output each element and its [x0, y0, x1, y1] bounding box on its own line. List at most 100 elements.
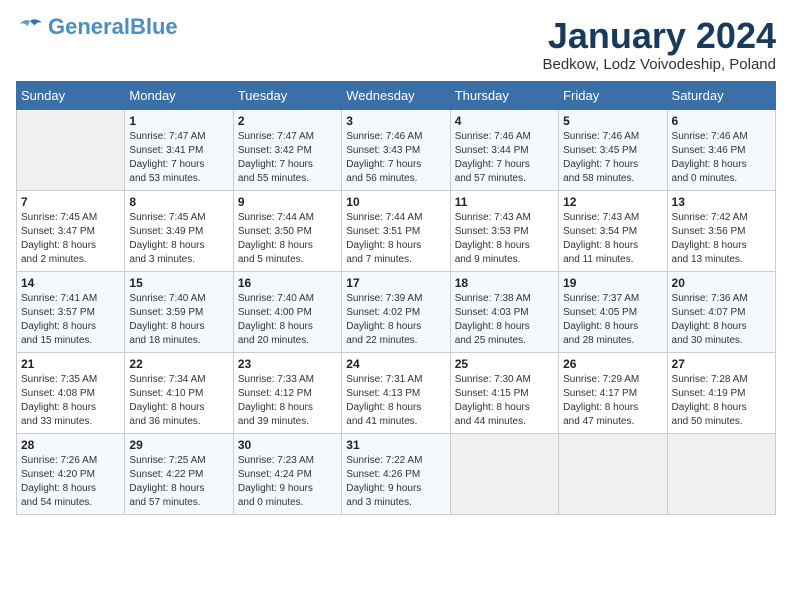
weekday-header-wednesday: Wednesday — [342, 81, 450, 109]
day-number: 19 — [563, 276, 662, 290]
day-number: 1 — [129, 114, 228, 128]
day-info: Sunrise: 7:43 AM Sunset: 3:54 PM Dayligh… — [563, 211, 662, 267]
day-number: 15 — [129, 276, 228, 290]
logo: GeneralBlue — [16, 16, 178, 38]
calendar-cell: 7 Sunrise: 7:45 AM Sunset: 3:47 PM Daylig… — [17, 190, 125, 271]
calendar-cell: 31 Sunrise: 7:22 AM Sunset: 4:26 PM Dayli… — [342, 433, 450, 514]
calendar-cell — [667, 433, 775, 514]
day-number: 17 — [346, 276, 445, 290]
calendar-cell: 14 Sunrise: 7:41 AM Sunset: 3:57 PM Dayli… — [17, 271, 125, 352]
title-block: January 2024 Bedkow, Lodz Voivodeship, P… — [542, 16, 776, 73]
weekday-header-thursday: Thursday — [450, 81, 558, 109]
calendar-subtitle: Bedkow, Lodz Voivodeship, Poland — [542, 56, 776, 73]
calendar-cell: 21 Sunrise: 7:35 AM Sunset: 4:08 PM Dayli… — [17, 352, 125, 433]
calendar-body: 1 Sunrise: 7:47 AM Sunset: 3:41 PM Daylig… — [17, 109, 776, 514]
calendar-cell: 10 Sunrise: 7:44 AM Sunset: 3:51 PM Dayli… — [342, 190, 450, 271]
calendar-cell: 12 Sunrise: 7:43 AM Sunset: 3:54 PM Dayli… — [559, 190, 667, 271]
weekday-header-friday: Friday — [559, 81, 667, 109]
calendar-cell: 8 Sunrise: 7:45 AM Sunset: 3:49 PM Daylig… — [125, 190, 233, 271]
weekday-header-tuesday: Tuesday — [233, 81, 341, 109]
calendar-cell: 27 Sunrise: 7:28 AM Sunset: 4:19 PM Dayli… — [667, 352, 775, 433]
calendar-cell: 16Sunrise: 7:40 AM Sunset: 4:00 PM Dayli… — [233, 271, 341, 352]
calendar-week-1: 1 Sunrise: 7:47 AM Sunset: 3:41 PM Daylig… — [17, 109, 776, 190]
day-number: 13 — [672, 195, 771, 209]
day-number: 18 — [455, 276, 554, 290]
day-info: Sunrise: 7:43 AM Sunset: 3:53 PM Dayligh… — [455, 211, 554, 267]
calendar-cell: 29 Sunrise: 7:25 AM Sunset: 4:22 PM Dayli… — [125, 433, 233, 514]
day-info: Sunrise: 7:34 AM Sunset: 4:10 PM Dayligh… — [129, 373, 228, 429]
day-number: 25 — [455, 357, 554, 371]
day-info: Sunrise: 7:35 AM Sunset: 4:08 PM Dayligh… — [21, 373, 120, 429]
calendar-week-3: 14 Sunrise: 7:41 AM Sunset: 3:57 PM Dayli… — [17, 271, 776, 352]
day-info: Sunrise: 7:46 AM Sunset: 3:44 PM Dayligh… — [455, 130, 554, 186]
day-info: Sunrise: 7:45 AM Sunset: 3:47 PM Dayligh… — [21, 211, 120, 267]
day-info: Sunrise: 7:23 AM Sunset: 4:24 PM Dayligh… — [238, 454, 337, 510]
calendar-cell — [17, 109, 125, 190]
day-info: Sunrise: 7:47 AM Sunset: 3:41 PM Dayligh… — [129, 130, 228, 186]
calendar-title: January 2024 — [542, 16, 776, 56]
day-info: Sunrise: 7:39 AM Sunset: 4:02 PM Dayligh… — [346, 292, 445, 348]
calendar-cell: 17 Sunrise: 7:39 AM Sunset: 4:02 PM Dayli… — [342, 271, 450, 352]
calendar-week-4: 21 Sunrise: 7:35 AM Sunset: 4:08 PM Dayli… — [17, 352, 776, 433]
calendar-cell: 22Sunrise: 7:34 AM Sunset: 4:10 PM Dayli… — [125, 352, 233, 433]
day-number: 27 — [672, 357, 771, 371]
day-info: Sunrise: 7:42 AM Sunset: 3:56 PM Dayligh… — [672, 211, 771, 267]
day-info: Sunrise: 7:40 AM Sunset: 4:00 PM Dayligh… — [238, 292, 337, 348]
calendar-cell — [559, 433, 667, 514]
calendar-header: SundayMondayTuesdayWednesdayThursdayFrid… — [17, 81, 776, 109]
calendar-cell: 18Sunrise: 7:38 AM Sunset: 4:03 PM Dayli… — [450, 271, 558, 352]
calendar-cell: 4 Sunrise: 7:46 AM Sunset: 3:44 PM Daylig… — [450, 109, 558, 190]
day-info: Sunrise: 7:36 AM Sunset: 4:07 PM Dayligh… — [672, 292, 771, 348]
day-number: 24 — [346, 357, 445, 371]
day-info: Sunrise: 7:44 AM Sunset: 3:51 PM Dayligh… — [346, 211, 445, 267]
calendar-cell: 20Sunrise: 7:36 AM Sunset: 4:07 PM Dayli… — [667, 271, 775, 352]
day-number: 5 — [563, 114, 662, 128]
calendar-cell: 19 Sunrise: 7:37 AM Sunset: 4:05 PM Dayli… — [559, 271, 667, 352]
day-number: 6 — [672, 114, 771, 128]
calendar-cell: 13 Sunrise: 7:42 AM Sunset: 3:56 PM Dayli… — [667, 190, 775, 271]
day-info: Sunrise: 7:25 AM Sunset: 4:22 PM Dayligh… — [129, 454, 228, 510]
calendar-cell: 25 Sunrise: 7:30 AM Sunset: 4:15 PM Dayli… — [450, 352, 558, 433]
weekday-header-saturday: Saturday — [667, 81, 775, 109]
calendar-cell: 23 Sunrise: 7:33 AM Sunset: 4:12 PM Dayli… — [233, 352, 341, 433]
day-number: 26 — [563, 357, 662, 371]
day-number: 4 — [455, 114, 554, 128]
day-info: Sunrise: 7:46 AM Sunset: 3:45 PM Dayligh… — [563, 130, 662, 186]
day-number: 10 — [346, 195, 445, 209]
day-info: Sunrise: 7:30 AM Sunset: 4:15 PM Dayligh… — [455, 373, 554, 429]
day-number: 14 — [21, 276, 120, 290]
day-info: Sunrise: 7:22 AM Sunset: 4:26 PM Dayligh… — [346, 454, 445, 510]
calendar-cell: 24Sunrise: 7:31 AM Sunset: 4:13 PM Dayli… — [342, 352, 450, 433]
day-number: 31 — [346, 438, 445, 452]
day-number: 3 — [346, 114, 445, 128]
weekday-header-row: SundayMondayTuesdayWednesdayThursdayFrid… — [17, 81, 776, 109]
day-info: Sunrise: 7:33 AM Sunset: 4:12 PM Dayligh… — [238, 373, 337, 429]
calendar-cell: 9Sunrise: 7:44 AM Sunset: 3:50 PM Daylig… — [233, 190, 341, 271]
day-info: Sunrise: 7:46 AM Sunset: 3:46 PM Dayligh… — [672, 130, 771, 186]
day-number: 28 — [21, 438, 120, 452]
day-info: Sunrise: 7:29 AM Sunset: 4:17 PM Dayligh… — [563, 373, 662, 429]
calendar-cell: 11 Sunrise: 7:43 AM Sunset: 3:53 PM Dayli… — [450, 190, 558, 271]
day-number: 7 — [21, 195, 120, 209]
day-info: Sunrise: 7:28 AM Sunset: 4:19 PM Dayligh… — [672, 373, 771, 429]
day-info: Sunrise: 7:45 AM Sunset: 3:49 PM Dayligh… — [129, 211, 228, 267]
day-number: 8 — [129, 195, 228, 209]
day-info: Sunrise: 7:37 AM Sunset: 4:05 PM Dayligh… — [563, 292, 662, 348]
calendar-cell: 5 Sunrise: 7:46 AM Sunset: 3:45 PM Daylig… — [559, 109, 667, 190]
day-number: 12 — [563, 195, 662, 209]
calendar-cell: 26 Sunrise: 7:29 AM Sunset: 4:17 PM Dayli… — [559, 352, 667, 433]
calendar-table: SundayMondayTuesdayWednesdayThursdayFrid… — [16, 81, 776, 515]
calendar-cell: 15 Sunrise: 7:40 AM Sunset: 3:59 PM Dayli… — [125, 271, 233, 352]
weekday-header-sunday: Sunday — [17, 81, 125, 109]
day-number: 21 — [21, 357, 120, 371]
day-info: Sunrise: 7:41 AM Sunset: 3:57 PM Dayligh… — [21, 292, 120, 348]
calendar-cell — [450, 433, 558, 514]
day-number: 29 — [129, 438, 228, 452]
calendar-cell: 6 Sunrise: 7:46 AM Sunset: 3:46 PM Daylig… — [667, 109, 775, 190]
calendar-week-5: 28Sunrise: 7:26 AM Sunset: 4:20 PM Dayli… — [17, 433, 776, 514]
day-info: Sunrise: 7:40 AM Sunset: 3:59 PM Dayligh… — [129, 292, 228, 348]
calendar-week-2: 7 Sunrise: 7:45 AM Sunset: 3:47 PM Daylig… — [17, 190, 776, 271]
day-number: 23 — [238, 357, 337, 371]
day-number: 9 — [238, 195, 337, 209]
day-number: 11 — [455, 195, 554, 209]
